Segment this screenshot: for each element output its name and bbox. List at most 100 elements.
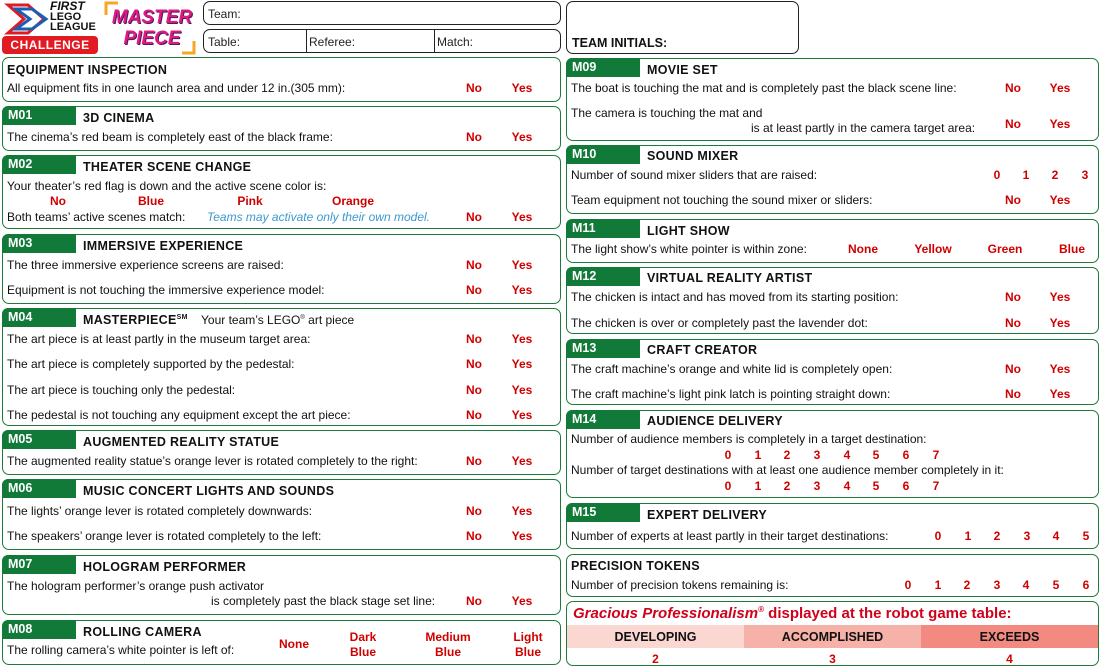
m06-line2-no[interactable]: No <box>458 529 490 543</box>
m09-code: M09 <box>566 58 640 77</box>
m08-opt-light-blue[interactable]: Light Blue <box>503 630 553 660</box>
m03-line2-no[interactable]: No <box>458 283 490 297</box>
precision-num-2[interactable]: 2 <box>958 578 976 592</box>
m02-yes[interactable]: Yes <box>505 210 539 224</box>
m14-row1-num-0[interactable]: 0 <box>719 448 737 462</box>
m04-line1-no[interactable]: No <box>458 332 490 346</box>
m09-line2-no[interactable]: No <box>997 117 1029 131</box>
m03-line2-yes[interactable]: Yes <box>505 283 539 297</box>
m05-no[interactable]: No <box>458 454 490 468</box>
match-field[interactable]: Match: <box>434 30 560 52</box>
m14-row2-num-6[interactable]: 6 <box>897 479 915 493</box>
m13-line1-yes[interactable]: Yes <box>1043 362 1077 376</box>
m11-opt-yellow[interactable]: Yellow <box>907 242 959 256</box>
m14-row1-num-6[interactable]: 6 <box>897 448 915 462</box>
m09-line1-no[interactable]: No <box>997 81 1029 95</box>
m02-color-orange[interactable]: Orange <box>325 194 381 208</box>
m14-row2-num-5[interactable]: 5 <box>867 479 885 493</box>
m02-color-blue[interactable]: Blue <box>129 194 173 208</box>
precision-num-6[interactable]: 6 <box>1077 578 1095 592</box>
m14-row1-num-2[interactable]: 2 <box>778 448 796 462</box>
m02-color-pink[interactable]: Pink <box>228 194 272 208</box>
m14-row1-num-7[interactable]: 7 <box>927 448 945 462</box>
m14-row1-num-1[interactable]: 1 <box>749 448 767 462</box>
m14-row1-num-3[interactable]: 3 <box>808 448 826 462</box>
gp-level-developing[interactable]: DEVELOPING <box>567 625 744 648</box>
m10-line2-yes[interactable]: Yes <box>1043 193 1077 207</box>
m13-line2-no[interactable]: No <box>997 387 1029 401</box>
m15-num-1[interactable]: 1 <box>959 529 977 543</box>
m04-line4-no[interactable]: No <box>458 408 490 422</box>
precision-num-3[interactable]: 3 <box>988 578 1006 592</box>
m10-num-2[interactable]: 2 <box>1046 168 1064 182</box>
m11-opt-blue[interactable]: Blue <box>1052 242 1092 256</box>
m10-line2-no[interactable]: No <box>997 193 1029 207</box>
m04-line3-no[interactable]: No <box>458 383 490 397</box>
m14-row2-num-0[interactable]: 0 <box>719 479 737 493</box>
m04-line1-yes[interactable]: Yes <box>505 332 539 346</box>
m11-opt-green[interactable]: Green <box>981 242 1029 256</box>
m02-no[interactable]: No <box>458 210 490 224</box>
gp-level-accomplished[interactable]: ACCOMPLISHED <box>744 625 921 648</box>
m04-line2-no[interactable]: No <box>458 357 490 371</box>
m10-num-3[interactable]: 3 <box>1076 168 1094 182</box>
m14-row2-num-7[interactable]: 7 <box>927 479 945 493</box>
gp-developing-value[interactable]: 2 <box>567 652 744 666</box>
m04-line2-yes[interactable]: Yes <box>505 357 539 371</box>
m09-line1-yes[interactable]: Yes <box>1043 81 1077 95</box>
m01-no[interactable]: No <box>458 130 490 144</box>
m08-opt-dark-blue[interactable]: Dark Blue <box>338 630 388 660</box>
m15-num-0[interactable]: 0 <box>929 529 947 543</box>
gp-exceeds-value[interactable]: 4 <box>921 652 1098 666</box>
m14-row2-num-3[interactable]: 3 <box>808 479 826 493</box>
m04-line4-yes[interactable]: Yes <box>505 408 539 422</box>
m10-num-1[interactable]: 1 <box>1017 168 1035 182</box>
m07-no[interactable]: No <box>458 594 490 608</box>
m01-yes[interactable]: Yes <box>505 130 539 144</box>
m02-color-no[interactable]: No <box>38 194 78 208</box>
m10-num-0[interactable]: 0 <box>988 168 1006 182</box>
m06-line2-yes[interactable]: Yes <box>505 529 539 543</box>
m12-line2-no[interactable]: No <box>997 316 1029 330</box>
referee-field[interactable]: Referee: <box>306 30 435 52</box>
m06-line1-no[interactable]: No <box>458 504 490 518</box>
m13-line2-yes[interactable]: Yes <box>1043 387 1077 401</box>
precision-num-0[interactable]: 0 <box>899 578 917 592</box>
precision-num-5[interactable]: 5 <box>1047 578 1065 592</box>
gp-accomplished-value[interactable]: 3 <box>744 652 921 666</box>
m14-row1-num-4[interactable]: 4 <box>838 448 856 462</box>
team-initials-field[interactable]: TEAM INITIALS: <box>566 1 799 54</box>
m14-row1-num-5[interactable]: 5 <box>867 448 885 462</box>
m15-num-2[interactable]: 2 <box>988 529 1006 543</box>
m08-opt-medium-blue[interactable]: Medium Blue <box>416 630 480 660</box>
m08-opt-dark-blue-a: Dark <box>349 630 377 644</box>
m14-row2-num-4[interactable]: 4 <box>838 479 856 493</box>
m12-line2-yes[interactable]: Yes <box>1043 316 1077 330</box>
m04-line3-yes[interactable]: Yes <box>505 383 539 397</box>
precision-num-4[interactable]: 4 <box>1017 578 1035 592</box>
m14-row2-num-1[interactable]: 1 <box>749 479 767 493</box>
m05-yes[interactable]: Yes <box>505 454 539 468</box>
m14-row2-num-2[interactable]: 2 <box>778 479 796 493</box>
m15-num-3[interactable]: 3 <box>1018 529 1036 543</box>
m12-line1-yes[interactable]: Yes <box>1043 290 1077 304</box>
team-field[interactable]: Team: <box>203 1 561 25</box>
m06-line1-yes[interactable]: Yes <box>505 504 539 518</box>
inspection-no[interactable]: No <box>458 81 490 95</box>
gp-level-exceeds[interactable]: EXCEEDS <box>921 625 1098 648</box>
inspection-yes[interactable]: Yes <box>505 81 539 95</box>
m13-line1-no[interactable]: No <box>997 362 1029 376</box>
m11-opt-none[interactable]: None <box>840 242 886 256</box>
m07-yes[interactable]: Yes <box>505 594 539 608</box>
precision-num-1[interactable]: 1 <box>929 578 947 592</box>
gp-exceeds-label: EXCEEDS <box>979 630 1040 644</box>
m12-line1-no[interactable]: No <box>997 290 1029 304</box>
m03-line1-yes[interactable]: Yes <box>505 258 539 272</box>
m15-num-4[interactable]: 4 <box>1047 529 1065 543</box>
m15-num-5[interactable]: 5 <box>1077 529 1095 543</box>
m09-line2-yes[interactable]: Yes <box>1043 117 1077 131</box>
m03-line1-no[interactable]: No <box>458 258 490 272</box>
m13-line1: The craft machine’s orange and white lid… <box>571 362 893 376</box>
m08-opt-none[interactable]: None <box>269 637 319 651</box>
table-field[interactable]: Table: <box>204 30 307 52</box>
